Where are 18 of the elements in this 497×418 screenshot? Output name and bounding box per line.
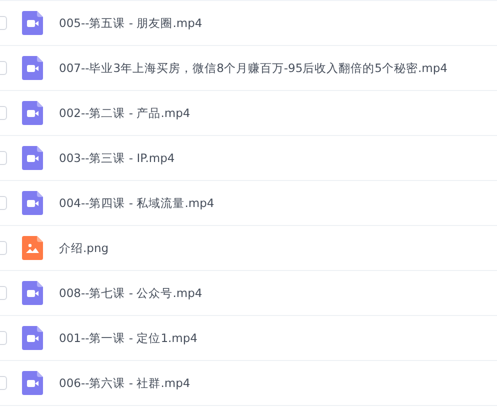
file-name[interactable]: 005--第五课 - 朋友圈.mp4 xyxy=(59,16,202,30)
video-file-icon xyxy=(22,146,43,170)
image-file-icon xyxy=(22,236,43,260)
video-file-icon xyxy=(22,281,43,305)
file-name[interactable]: 004--第四课 - 私域流量.mp4 xyxy=(59,196,214,210)
file-name[interactable]: 介绍.png xyxy=(59,240,109,256)
video-file-icon xyxy=(22,56,43,80)
file-name[interactable]: 007--毕业3年上海买房，微信8个月赚百万-95后收入翻倍的5个秘密.mp4 xyxy=(59,60,448,76)
file-name[interactable]: 008--第七课 - 公众号.mp4 xyxy=(59,286,202,300)
video-file-icon xyxy=(22,371,43,395)
file-name[interactable]: 002--第二课 - 产品.mp4 xyxy=(59,106,190,120)
video-file-icon xyxy=(22,191,43,215)
video-file-icon xyxy=(22,11,43,35)
video-file-icon xyxy=(22,326,43,350)
video-file-icon xyxy=(22,101,43,125)
file-name[interactable]: 006--第六课 - 社群.mp4 xyxy=(59,376,190,390)
file-name[interactable]: 001--第一课 - 定位1.mp4 xyxy=(59,330,198,346)
file-name[interactable]: 003--第三课 - IP.mp4 xyxy=(59,150,175,166)
